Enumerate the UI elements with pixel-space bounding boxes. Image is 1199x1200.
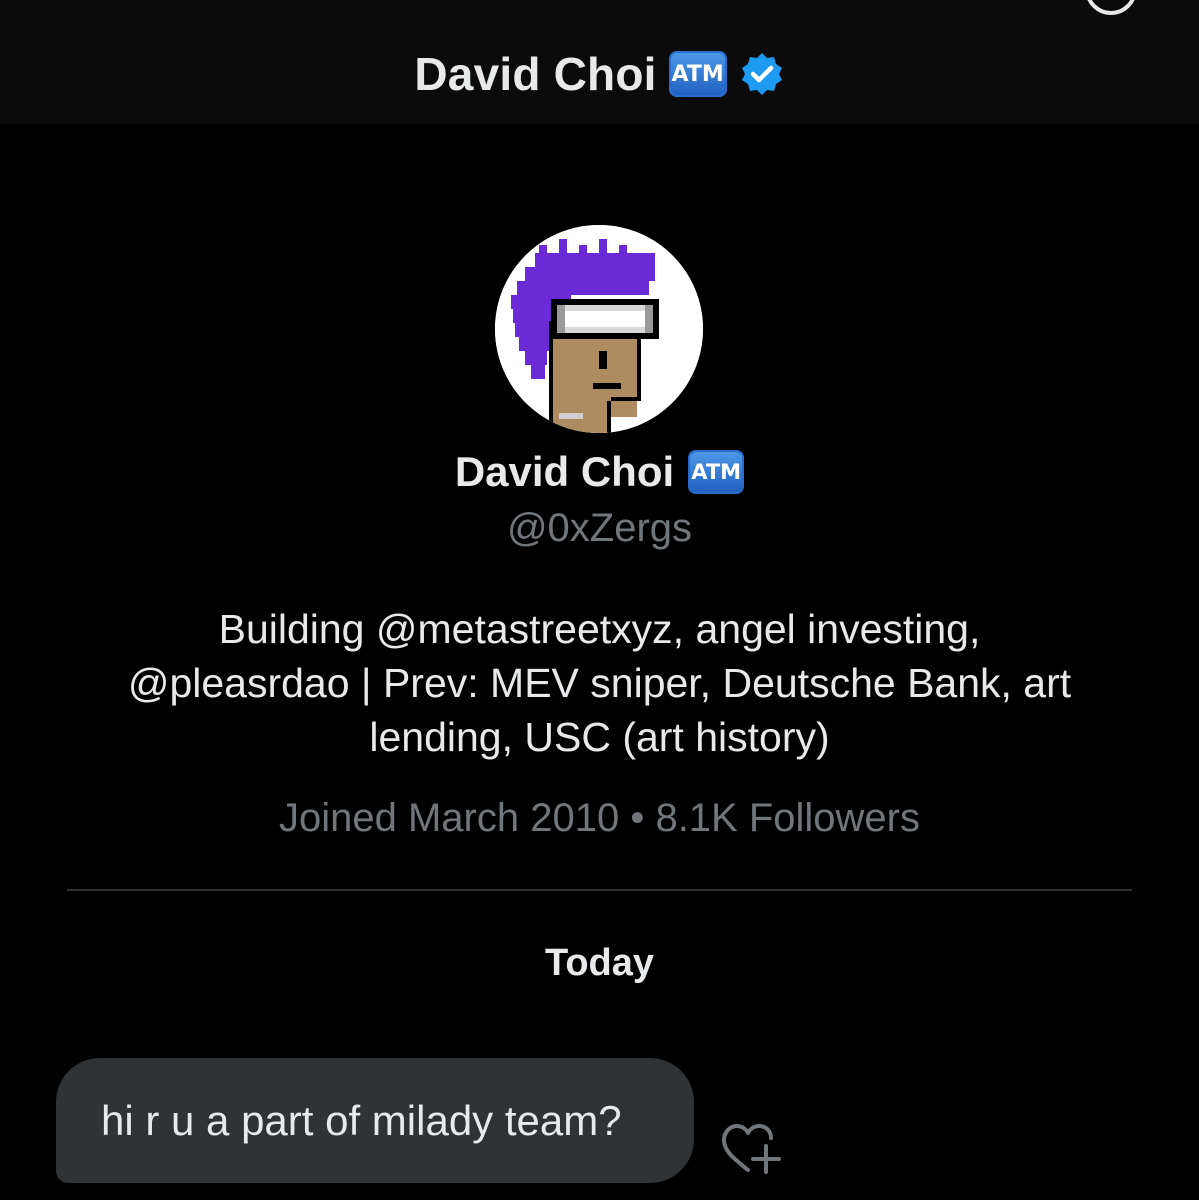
atm-emoji-icon: ATM <box>688 450 745 494</box>
header-name: David Choi <box>414 48 657 100</box>
date-separator: Today <box>544 942 655 984</box>
header-title[interactable]: David Choi ATM <box>0 42 1199 106</box>
profile-meta: Joined March 2010 • 8.1K Followers <box>279 796 920 840</box>
verified-badge-icon <box>741 53 782 95</box>
message-text: hi r u a part of milady team? <box>101 1096 622 1144</box>
profile-handle[interactable]: @0xZergs <box>0 506 1199 551</box>
atm-emoji-icon: ATM <box>668 51 727 97</box>
bio-line: Building @metastreetxyz, angel investing… <box>218 606 981 652</box>
profile-bio: Building @metastreetxyz, angel investing… <box>80 602 1119 764</box>
back-arrow-icon[interactable] <box>44 0 72 10</box>
avatar[interactable] <box>495 225 703 433</box>
profile-name-row[interactable]: David Choi ATM <box>0 442 1199 502</box>
divider <box>67 889 1132 891</box>
avatar-punk-image <box>495 225 703 433</box>
message-bubble[interactable]: hi r u a part of milady team? <box>56 1058 694 1183</box>
profile-name: David Choi <box>454 448 675 495</box>
info-icon[interactable] <box>1082 0 1140 18</box>
add-reaction-icon[interactable] <box>718 1120 782 1176</box>
bio-line: lending, USC (art history) <box>369 714 830 760</box>
bio-line: @pleasrdao | Prev: MEV sniper, Deutsche … <box>127 660 1072 706</box>
conversation-header: David Choi ATM <box>0 0 1199 124</box>
